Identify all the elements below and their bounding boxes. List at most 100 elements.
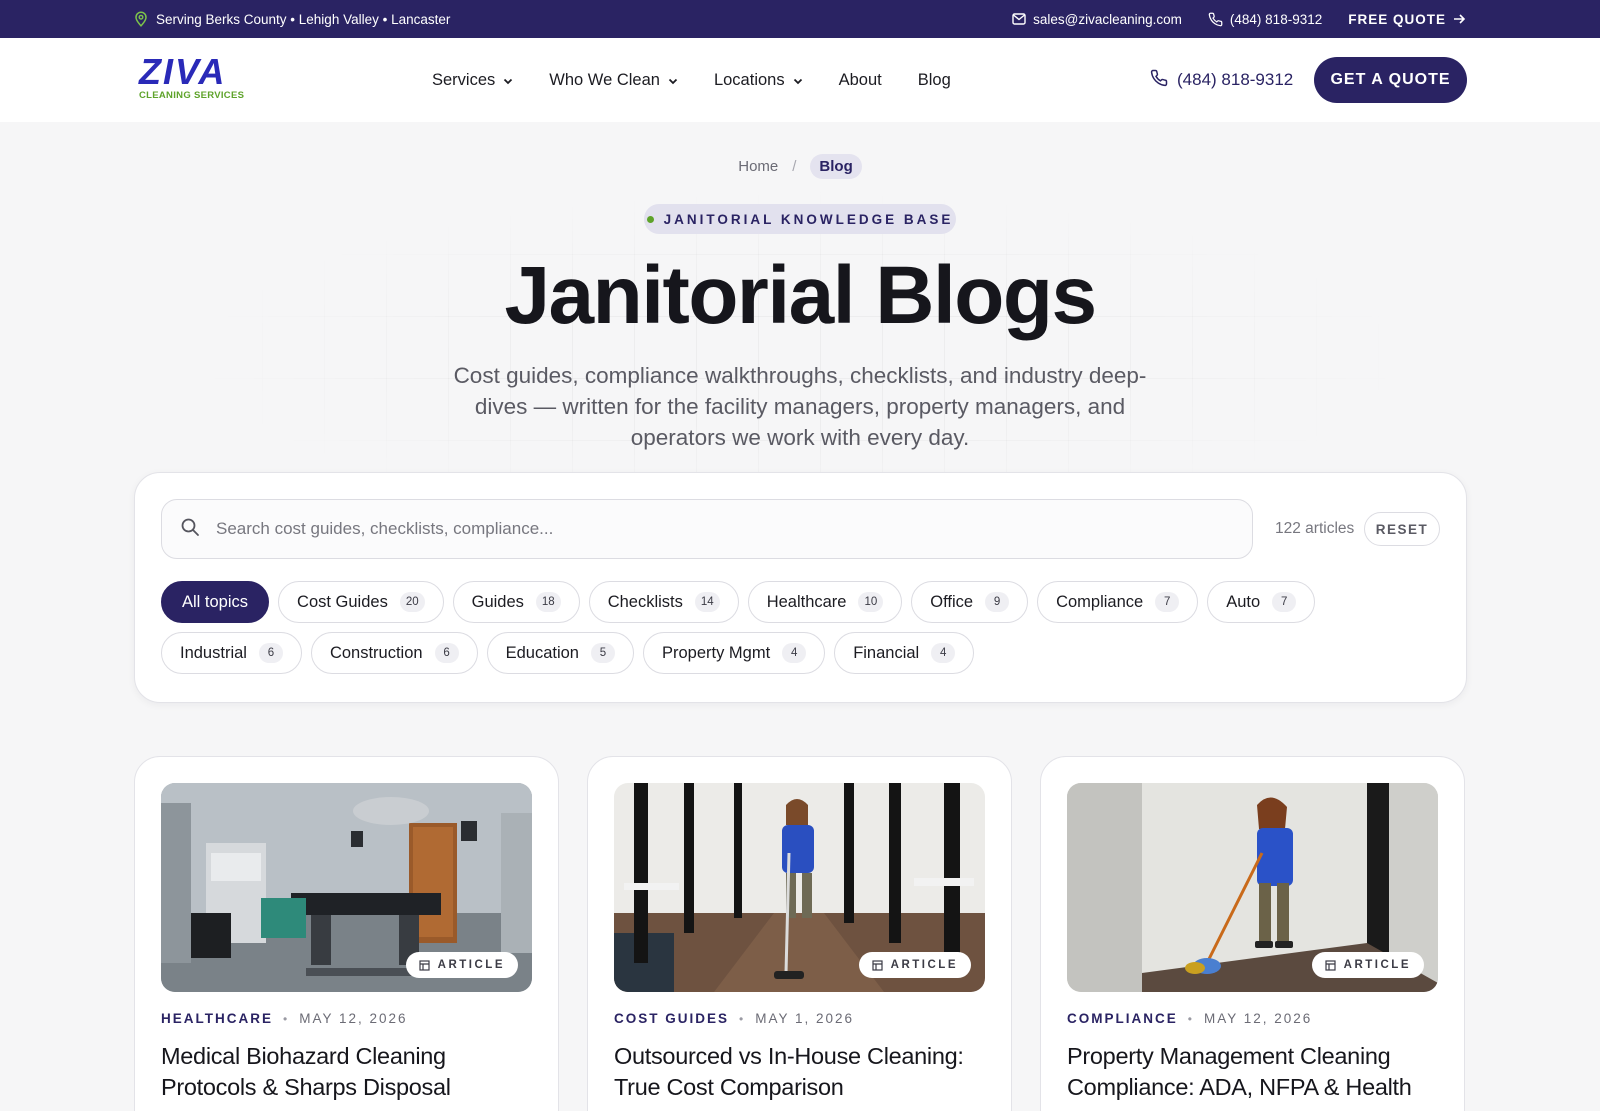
- breadcrumb-home[interactable]: Home: [738, 158, 778, 175]
- chip-count: 14: [694, 592, 720, 612]
- chip-label: Financial: [853, 643, 920, 662]
- chip-education[interactable]: Education 5: [486, 632, 634, 674]
- meta-bullet: •: [739, 1011, 746, 1026]
- chip-healthcare[interactable]: Healthcare 10: [747, 581, 903, 623]
- topbar-email-text: sales@zivacleaning.com: [1033, 11, 1182, 27]
- chip-count: 7: [1272, 592, 1297, 612]
- chip-count: 4: [782, 643, 807, 663]
- topbar-phone-text: (484) 818-9312: [1229, 11, 1323, 27]
- article-count: 122 articles: [1275, 520, 1355, 537]
- mail-icon: [1012, 13, 1026, 25]
- document-icon: [419, 959, 430, 971]
- article-card[interactable]: ARTICLE HEALTHCARE • MAY 12, 2026 Medica…: [134, 756, 559, 1111]
- chip-all-topics[interactable]: All topics: [161, 581, 270, 623]
- article-date: MAY 12, 2026: [1203, 1011, 1313, 1026]
- chip-label: All topics: [182, 592, 249, 611]
- chevron-down-icon: [793, 71, 803, 90]
- chip-count: 4: [931, 643, 956, 663]
- topbar-email-link[interactable]: sales@zivacleaning.com: [1012, 12, 1182, 27]
- chip-label: Property Mgmt: [661, 643, 771, 662]
- meta-bullet: •: [283, 1011, 290, 1026]
- meta-bullet: •: [1187, 1011, 1194, 1026]
- kicker-dot: [646, 215, 654, 223]
- nav-locations[interactable]: Locations: [714, 71, 803, 90]
- reset-button[interactable]: RESET: [1364, 512, 1440, 546]
- nav-blog[interactable]: Blog: [918, 71, 951, 90]
- chip-financial[interactable]: Financial 4: [834, 632, 975, 674]
- chip-count: 20: [399, 592, 425, 612]
- search-box[interactable]: [161, 499, 1253, 559]
- main-nav: Services Who We Clean Locations About Bl…: [432, 38, 951, 122]
- badge-label: ARTICLE: [437, 959, 505, 971]
- service-area: Serving Berks County • Lehigh Valley • L…: [134, 0, 450, 38]
- header-phone-link[interactable]: (484) 818-9312: [1150, 38, 1293, 122]
- article-badge: ARTICLE: [858, 952, 971, 978]
- site-header: ZIVA CLEANING SERVICES Services Who We C…: [0, 38, 1600, 122]
- chevron-down-icon: [503, 71, 513, 90]
- logo-subtitle: CLEANING SERVICES: [139, 90, 245, 101]
- topbar-phone-link[interactable]: (484) 818-9312: [1208, 12, 1322, 27]
- office-hallway-vacuum-photo: ARTICLE: [614, 783, 985, 992]
- article-title: Property Management Cleaning Compliance:…: [1067, 1043, 1412, 1100]
- article-badge: ARTICLE: [1311, 952, 1424, 978]
- search-input[interactable]: [216, 519, 1216, 539]
- chip-label: Office: [930, 592, 974, 611]
- badge-label: ARTICLE: [890, 959, 958, 971]
- chip-label: Auto: [1226, 592, 1261, 611]
- chip-office[interactable]: Office 9: [911, 581, 1029, 623]
- article-card[interactable]: ARTICLE COST GUIDES • MAY 1, 2026 Outsou…: [587, 756, 1012, 1111]
- article-card[interactable]: ARTICLE COMPLIANCE • MAY 12, 2026 Proper…: [1040, 756, 1465, 1111]
- chip-label: Education: [505, 643, 579, 662]
- article-date: MAY 1, 2026: [755, 1011, 855, 1026]
- page-title: Janitorial Blogs: [504, 250, 1097, 341]
- chip-compliance[interactable]: Compliance 7: [1037, 581, 1199, 623]
- chip-count: 7: [1155, 592, 1180, 612]
- chip-count: 18: [535, 592, 561, 612]
- chip-label: Healthcare: [766, 592, 847, 611]
- logo-wordmark: ZIVA: [139, 51, 227, 92]
- chip-property-mgmt[interactable]: Property Mgmt 4: [642, 632, 826, 674]
- chip-label: Compliance: [1056, 592, 1144, 611]
- article-category: COMPLIANCE: [1067, 1011, 1178, 1026]
- document-icon: [872, 959, 883, 971]
- chip-cost-guides[interactable]: Cost Guides 20: [278, 581, 444, 623]
- nav-services[interactable]: Services: [432, 71, 513, 90]
- header-phone-text: (484) 818-9312: [1177, 70, 1294, 89]
- service-area-text: Serving Berks County • Lehigh Valley • L…: [156, 11, 451, 27]
- get-a-quote-button[interactable]: GET A QUOTE: [1314, 57, 1467, 103]
- top-bar: Serving Berks County • Lehigh Valley • L…: [0, 0, 1600, 38]
- blog-hero: Home / Blog JANITORIAL KNOWLEDGE BASE Ja…: [0, 122, 1600, 522]
- nav-label: Who We Clean: [549, 70, 660, 89]
- chip-count: 10: [858, 592, 884, 612]
- nav-label: Blog: [917, 70, 951, 89]
- article-title: Outsourced vs In-House Cleaning: True Co…: [614, 1043, 964, 1100]
- chip-count: 6: [434, 643, 459, 663]
- breadcrumb-current: Blog: [810, 154, 862, 179]
- chip-label: Industrial: [180, 643, 247, 662]
- hero-description: Cost guides, compliance walkthroughs, ch…: [453, 363, 1147, 450]
- article-category: COST GUIDES: [614, 1011, 730, 1026]
- chip-guides[interactable]: Guides 18: [452, 581, 580, 623]
- topbar-free-quote-link[interactable]: FREE QUOTE: [1348, 12, 1466, 27]
- kicker-text: JANITORIAL KNOWLEDGE BASE: [663, 211, 954, 227]
- article-meta: COST GUIDES • MAY 1, 2026: [614, 1011, 854, 1026]
- chip-construction[interactable]: Construction 6: [310, 632, 478, 674]
- chip-auto[interactable]: Auto 7: [1207, 581, 1316, 623]
- hospital-operating-room-photo: ARTICLE: [161, 783, 532, 992]
- chip-checklists[interactable]: Checklists 14: [588, 581, 739, 623]
- chip-industrial[interactable]: Industrial 6: [161, 632, 302, 674]
- ziva-logo[interactable]: ZIVA CLEANING SERVICES: [139, 54, 249, 104]
- nav-who-we-clean[interactable]: Who We Clean: [549, 71, 678, 90]
- breadcrumb: Home / Blog: [0, 154, 1600, 179]
- chevron-down-icon: [668, 71, 678, 90]
- knowledge-base-kicker: JANITORIAL KNOWLEDGE BASE: [644, 204, 956, 234]
- article-badge: ARTICLE: [405, 952, 518, 978]
- article-meta: HEALTHCARE • MAY 12, 2026: [161, 1011, 408, 1026]
- nav-label: About: [838, 70, 882, 89]
- phone-icon: [1150, 69, 1168, 92]
- free-quote-label: FREE QUOTE: [1348, 11, 1446, 27]
- nav-label: Locations: [713, 70, 785, 89]
- nav-about[interactable]: About: [839, 71, 882, 90]
- chip-label: Construction: [329, 643, 423, 662]
- article-category: HEALTHCARE: [161, 1011, 273, 1026]
